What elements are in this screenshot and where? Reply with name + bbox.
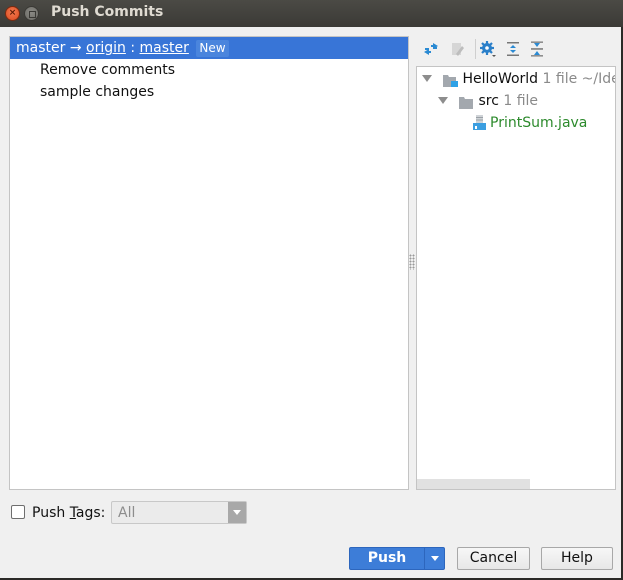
file-name: PrintSum.java bbox=[490, 115, 588, 131]
push-tags-select[interactable]: All bbox=[111, 501, 247, 524]
new-badge: New bbox=[196, 40, 229, 57]
commits-list[interactable]: master → origin : master New Remove comm… bbox=[9, 36, 409, 490]
commit-item[interactable]: Remove comments bbox=[10, 59, 408, 81]
project-path: ~/Ide bbox=[581, 71, 616, 87]
module-folder-icon bbox=[443, 72, 459, 87]
push-tags-label[interactable]: Push Tags: bbox=[32, 503, 105, 523]
close-window-button[interactable]: × bbox=[5, 6, 20, 21]
tree-node-folder[interactable]: src 1 file bbox=[438, 90, 538, 112]
project-file-count: 1 file bbox=[542, 71, 578, 87]
remote-branch-link[interactable]: master bbox=[140, 40, 189, 56]
splitter-grip-icon bbox=[409, 254, 415, 270]
branch-row[interactable]: master → origin : master New bbox=[10, 37, 408, 59]
folder-icon bbox=[459, 94, 474, 109]
folder-file-count: 1 file bbox=[503, 93, 539, 109]
chevron-down-icon[interactable] bbox=[228, 502, 246, 523]
commit-item[interactable]: sample changes bbox=[10, 81, 408, 103]
horizontal-scrollbar[interactable] bbox=[417, 479, 530, 489]
push-button[interactable]: Push bbox=[349, 547, 425, 570]
toolbar-separator bbox=[475, 39, 476, 59]
changed-files-tree[interactable]: HelloWorld 1 file ~/Ide src 1 file Print… bbox=[416, 66, 616, 490]
cancel-button[interactable]: Cancel bbox=[457, 547, 530, 570]
expand-collapse-arrows-icon[interactable] bbox=[422, 40, 440, 58]
title-bar: × Push Commits bbox=[0, 0, 623, 27]
tree-node-project[interactable]: HelloWorld 1 file ~/Ide bbox=[422, 68, 616, 90]
push-commits-dialog: × Push Commits master → origin : master … bbox=[0, 0, 623, 580]
folder-name: src bbox=[478, 93, 499, 109]
changes-toolbar bbox=[418, 38, 618, 60]
window-title: Push Commits bbox=[51, 4, 164, 20]
push-options-dropdown[interactable] bbox=[424, 547, 445, 570]
expand-arrow-icon[interactable] bbox=[438, 96, 448, 104]
gear-icon[interactable] bbox=[479, 40, 497, 58]
branch-separator: : bbox=[130, 40, 136, 56]
collapse-all-icon[interactable] bbox=[528, 40, 546, 58]
push-tags-select-value: All bbox=[118, 505, 136, 521]
help-button[interactable]: Help bbox=[541, 547, 613, 570]
local-branch: master bbox=[16, 40, 66, 56]
expand-all-icon[interactable] bbox=[504, 40, 522, 58]
expand-arrow-icon[interactable] bbox=[422, 74, 432, 82]
remote-link[interactable]: origin bbox=[86, 40, 126, 56]
tree-node-file[interactable]: PrintSum.java bbox=[473, 112, 587, 134]
arrow-icon: → bbox=[69, 40, 82, 56]
project-name: HelloWorld bbox=[462, 71, 539, 87]
edit-source-icon[interactable] bbox=[448, 40, 466, 58]
splitter-handle[interactable] bbox=[409, 36, 415, 489]
java-file-icon bbox=[473, 114, 487, 130]
maximize-window-button[interactable] bbox=[24, 6, 39, 21]
push-tags-checkbox[interactable] bbox=[11, 505, 25, 519]
